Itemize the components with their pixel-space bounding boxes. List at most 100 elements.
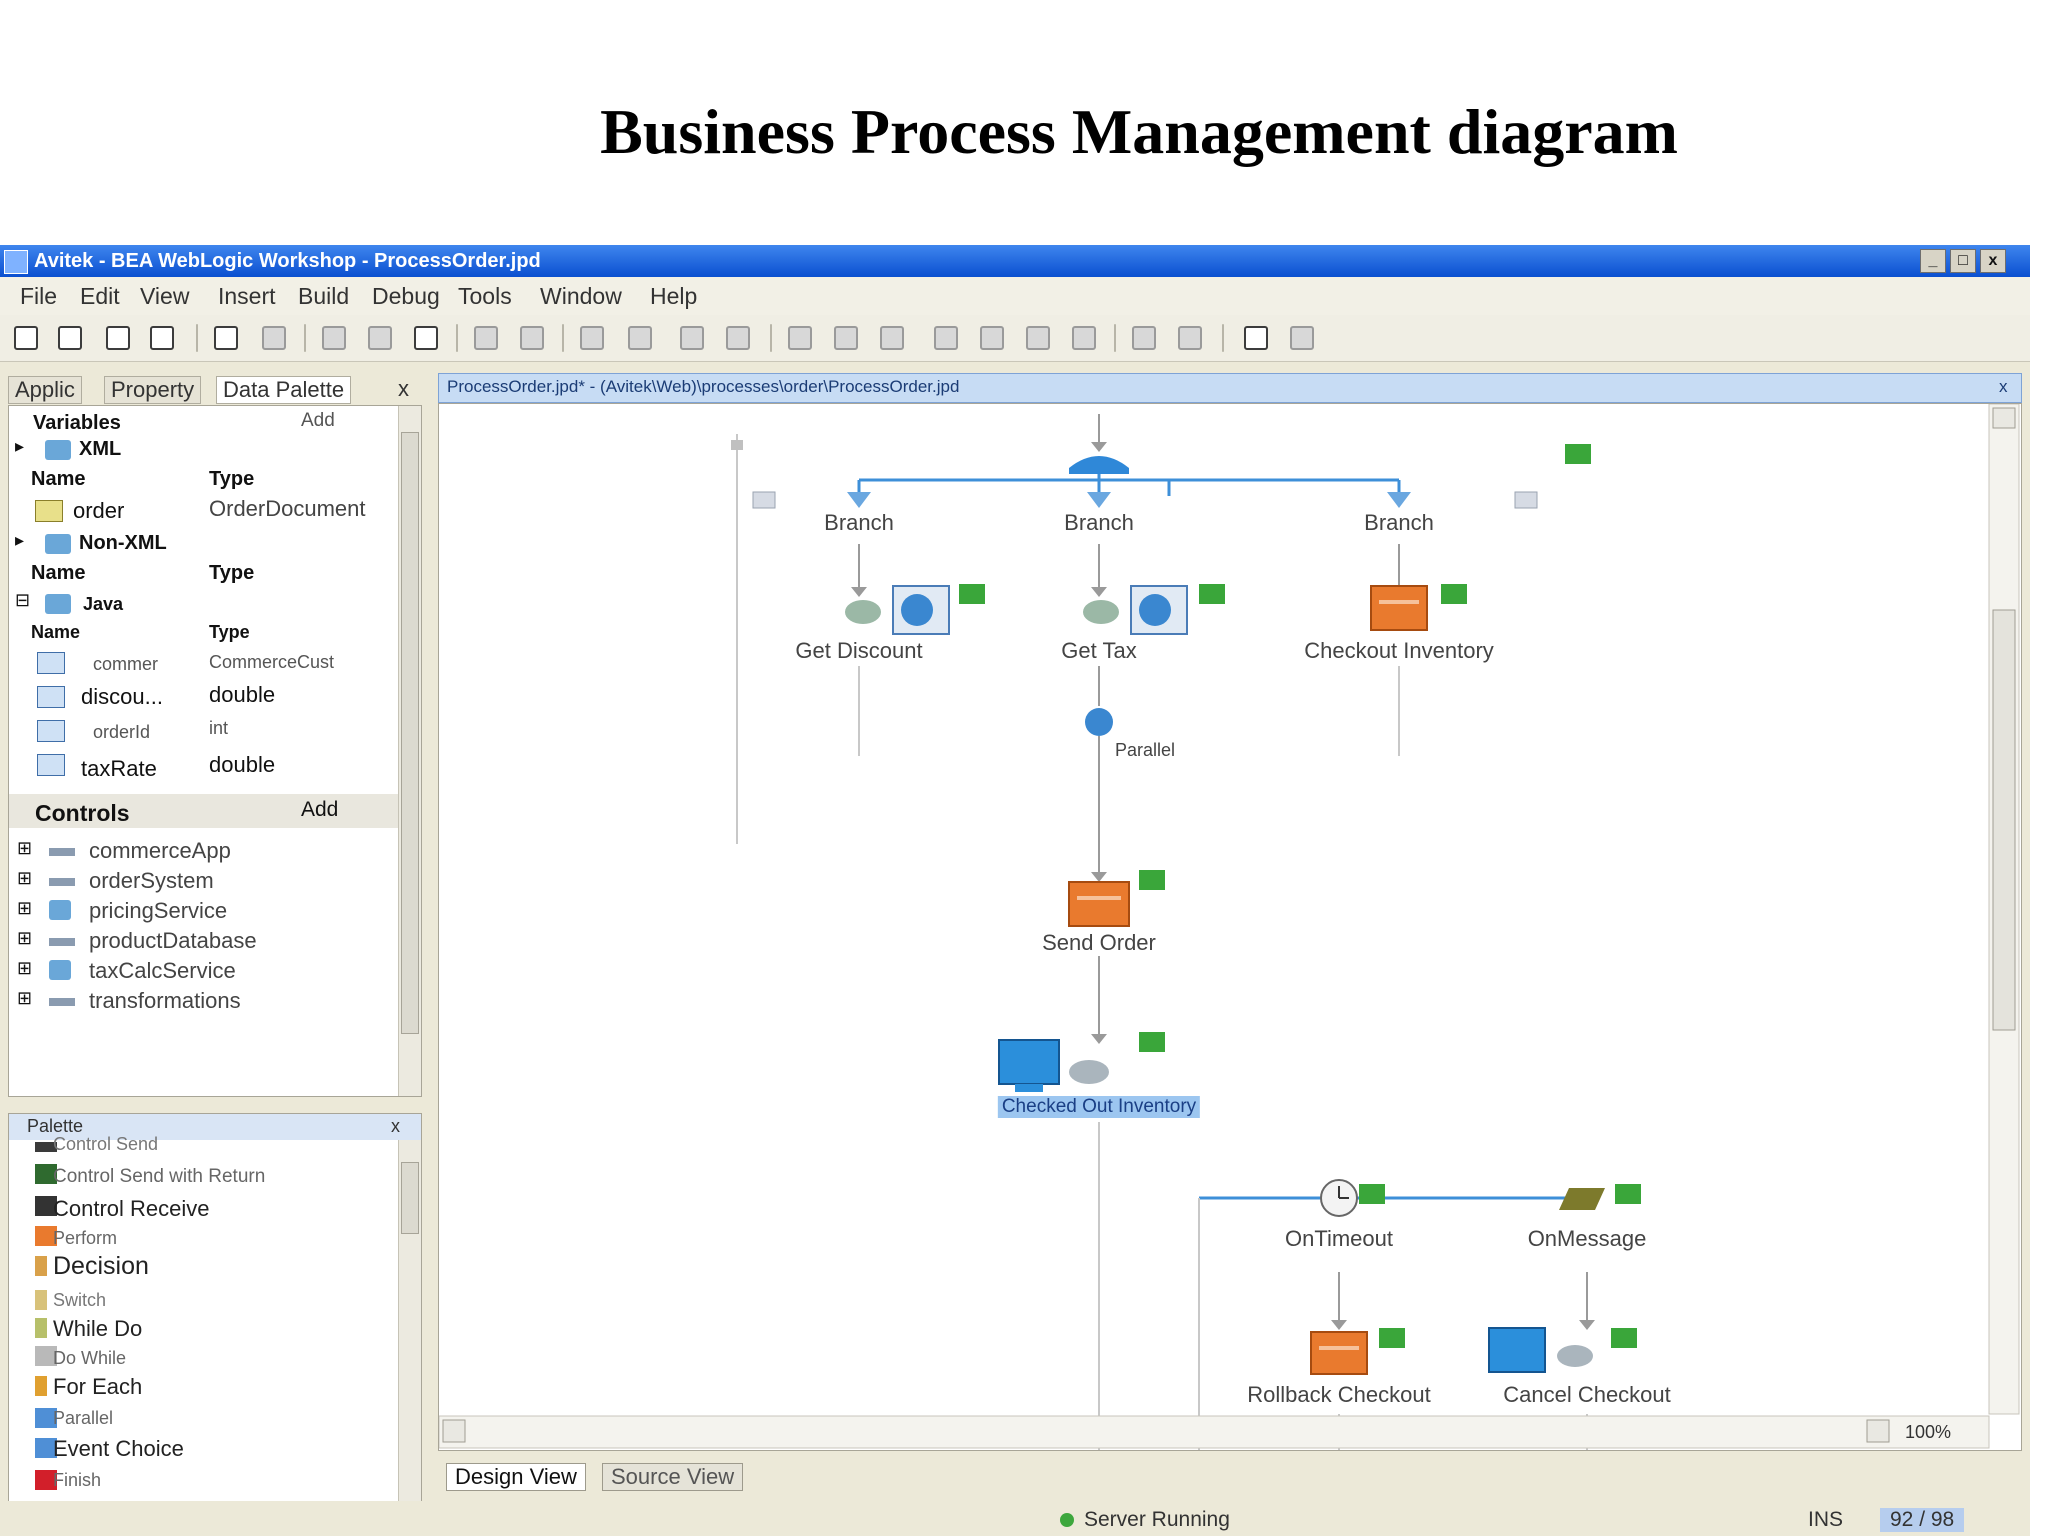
expand-icon[interactable]: ⊞: [17, 958, 32, 979]
scrollbar-thumb[interactable]: [401, 1162, 419, 1234]
checked-out-inventory-label[interactable]: Checked Out Inventory: [997, 1096, 1201, 1118]
calendar-icon[interactable]: [1244, 326, 1268, 350]
copy-icon[interactable]: [368, 326, 392, 350]
new-file-icon[interactable]: [14, 326, 38, 350]
maximize-button[interactable]: □: [1950, 249, 1976, 273]
save-all-icon[interactable]: [150, 326, 174, 350]
forward-icon[interactable]: [520, 326, 544, 350]
step-out-icon[interactable]: [1026, 326, 1050, 350]
menu-tools[interactable]: Tools: [458, 283, 512, 310]
redo-icon[interactable]: [262, 326, 286, 350]
on-message-label[interactable]: OnMessage: [1528, 1226, 1647, 1252]
palette-item-control-send-return[interactable]: Control Send with Return: [53, 1166, 265, 1188]
menu-window[interactable]: Window: [540, 283, 622, 310]
control-item[interactable]: pricingService: [89, 898, 227, 924]
expand-non-xml-icon[interactable]: ▸: [15, 530, 24, 551]
branch-left-label[interactable]: Branch: [824, 510, 894, 536]
scrollbar-thumb[interactable]: [401, 432, 419, 1034]
palette-item-control-receive[interactable]: Control Receive: [53, 1196, 210, 1222]
paste-icon[interactable]: [414, 326, 438, 350]
zoom-level[interactable]: 100%: [1905, 1422, 1951, 1443]
breakpoint-icon[interactable]: [1132, 326, 1156, 350]
close-palette-icon[interactable]: x: [391, 1116, 400, 1137]
undo-icon[interactable]: [214, 326, 238, 350]
palette-item-finish[interactable]: Finish: [53, 1470, 101, 1491]
palette-item-while-do[interactable]: While Do: [53, 1316, 142, 1342]
step-over-icon[interactable]: [980, 326, 1004, 350]
tab-source-view[interactable]: Source View: [602, 1463, 744, 1491]
non-xml-group[interactable]: Non-XML: [79, 532, 167, 555]
palette-item-parallel[interactable]: Parallel: [53, 1408, 113, 1429]
control-item[interactable]: productDatabase: [89, 928, 257, 954]
get-tax-label[interactable]: Get Tax: [1061, 638, 1136, 664]
palette-item-control-send[interactable]: Control Send: [53, 1134, 158, 1155]
step-into-icon[interactable]: [934, 326, 958, 350]
palette-item-event-choice[interactable]: Event Choice: [53, 1436, 184, 1462]
cut-icon[interactable]: [322, 326, 346, 350]
expand-icon[interactable]: ⊞: [17, 928, 32, 949]
minimize-button[interactable]: _: [1920, 249, 1946, 273]
variable-name[interactable]: order: [73, 498, 124, 524]
palette-item-switch[interactable]: Switch: [53, 1290, 106, 1311]
title-bar[interactable]: Avitek - BEA WebLogic Workshop - Process…: [0, 245, 2030, 277]
close-button[interactable]: x: [1980, 249, 2006, 273]
watch-icon[interactable]: [1178, 326, 1202, 350]
menu-help[interactable]: Help: [650, 283, 697, 310]
return-icon[interactable]: [1072, 326, 1096, 350]
xml-group[interactable]: XML: [79, 438, 121, 461]
build-icon[interactable]: [680, 326, 704, 350]
save-icon[interactable]: [106, 326, 130, 350]
on-timeout-label[interactable]: OnTimeout: [1285, 1226, 1393, 1252]
menu-edit[interactable]: Edit: [80, 283, 120, 310]
branch-mid-label[interactable]: Branch: [1064, 510, 1134, 536]
run-icon[interactable]: [788, 326, 812, 350]
control-item[interactable]: transformations: [89, 988, 241, 1014]
deploy-icon[interactable]: [726, 326, 750, 350]
palette-item-decision[interactable]: Decision: [53, 1252, 149, 1281]
variables-add-button[interactable]: Add: [301, 410, 335, 432]
control-item[interactable]: commerceApp: [89, 838, 231, 864]
outdent-icon[interactable]: [628, 326, 652, 350]
close-editor-icon[interactable]: x: [1999, 377, 2008, 397]
controls-add-button[interactable]: Add: [301, 798, 338, 822]
variable-name[interactable]: orderId: [93, 722, 150, 743]
tab-design-view[interactable]: Design View: [446, 1463, 586, 1491]
menu-build[interactable]: Build: [298, 283, 349, 310]
variable-name[interactable]: discou...: [81, 684, 163, 710]
close-panel-icon[interactable]: x: [392, 376, 415, 402]
pause-icon[interactable]: [880, 326, 904, 350]
stop-icon[interactable]: [834, 326, 858, 350]
checkout-inventory-label[interactable]: Checkout Inventory: [1304, 638, 1494, 664]
java-group[interactable]: Java: [83, 594, 123, 615]
variable-name[interactable]: taxRate: [81, 756, 157, 782]
camera-icon[interactable]: [1290, 326, 1314, 350]
indent-icon[interactable]: [580, 326, 604, 350]
palette-item-for-each[interactable]: For Each: [53, 1374, 142, 1400]
tab-application[interactable]: Applic: [8, 376, 82, 404]
open-folder-icon[interactable]: [58, 326, 82, 350]
cancel-checkout-label[interactable]: Cancel Checkout: [1503, 1382, 1671, 1408]
expand-xml-icon[interactable]: ▸: [15, 436, 24, 457]
rollback-checkout-label[interactable]: Rollback Checkout: [1247, 1382, 1430, 1408]
palette-item-do-while[interactable]: Do While: [53, 1348, 126, 1369]
control-item[interactable]: taxCalcService: [89, 958, 236, 984]
branch-right-label[interactable]: Branch: [1364, 510, 1434, 536]
expand-icon[interactable]: ⊞: [17, 988, 32, 1009]
expand-icon[interactable]: ⊞: [17, 898, 32, 919]
get-discount-label[interactable]: Get Discount: [795, 638, 922, 664]
tab-property-editor[interactable]: Property: [104, 376, 202, 404]
parallel-label[interactable]: Parallel: [1115, 740, 1175, 761]
variable-name[interactable]: commer: [93, 654, 158, 675]
back-icon[interactable]: [474, 326, 498, 350]
editor-tab[interactable]: ProcessOrder.jpd* - (Avitek\Web)\process…: [438, 373, 2022, 403]
process-design-canvas[interactable]: Branch Branch Branch Get Discount Get Ta…: [438, 403, 2022, 1451]
menu-debug[interactable]: Debug: [372, 283, 440, 310]
control-item[interactable]: orderSystem: [89, 868, 214, 894]
menu-file[interactable]: File: [20, 283, 57, 310]
menu-insert[interactable]: Insert: [218, 283, 276, 310]
palette-item-perform[interactable]: Perform: [53, 1228, 117, 1249]
menu-view[interactable]: View: [140, 283, 189, 310]
palette-scrollbar[interactable]: [398, 1140, 421, 1532]
collapse-java-icon[interactable]: ⊟: [15, 590, 30, 611]
send-order-label[interactable]: Send Order: [1042, 930, 1156, 956]
